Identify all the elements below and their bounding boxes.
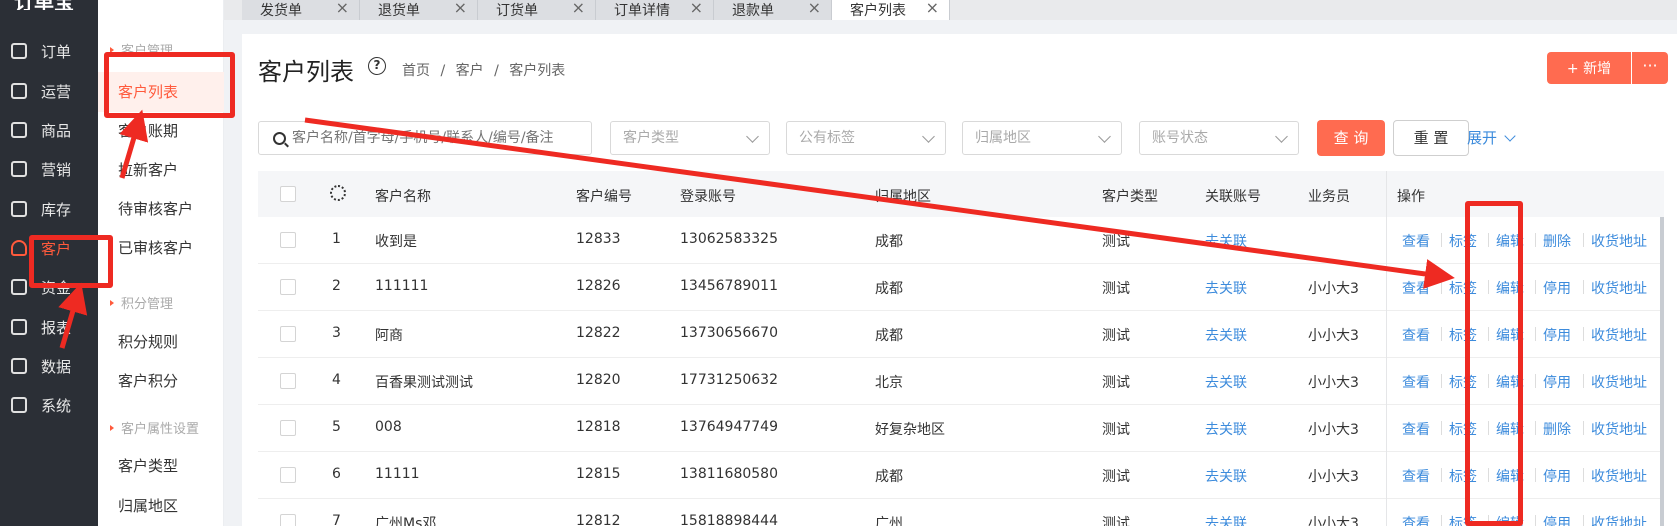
annotation-arrows bbox=[58, 109, 1455, 349]
arrow-to-customer-list bbox=[119, 109, 149, 179]
arrow-to-customer-nav bbox=[58, 282, 88, 349]
arrow-to-edit-button bbox=[304, 117, 1455, 289]
